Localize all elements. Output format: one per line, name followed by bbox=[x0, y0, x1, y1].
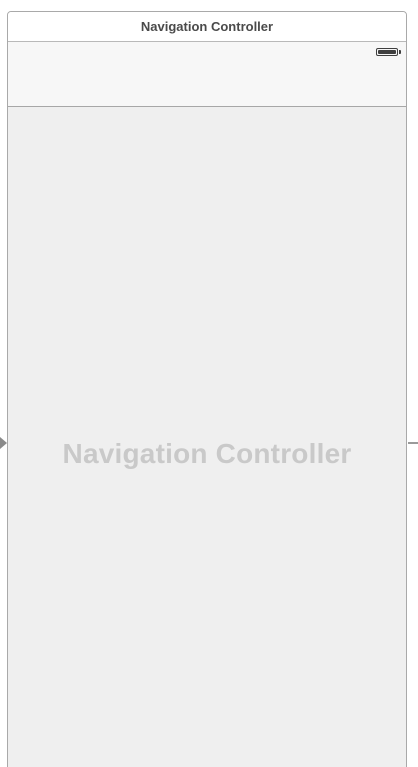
scene-placeholder-label: Navigation Controller bbox=[62, 438, 352, 469]
scene-title: Navigation Controller bbox=[140, 19, 274, 34]
scene-title-bar[interactable]: Navigation Controller bbox=[8, 12, 406, 42]
battery-tip bbox=[399, 50, 401, 54]
initial-view-controller-arrow-icon[interactable] bbox=[0, 437, 7, 449]
relationship-segue-connector[interactable] bbox=[408, 442, 418, 444]
navigation-bar[interactable] bbox=[8, 42, 406, 107]
scene-content-area[interactable]: Navigation Controller bbox=[8, 107, 406, 767]
battery-level-fill bbox=[378, 50, 396, 54]
navigation-controller-scene[interactable]: Navigation Controller Navigation Control… bbox=[7, 11, 407, 767]
storyboard-canvas: Navigation Controller Navigation Control… bbox=[0, 0, 418, 767]
battery-icon bbox=[376, 48, 401, 56]
